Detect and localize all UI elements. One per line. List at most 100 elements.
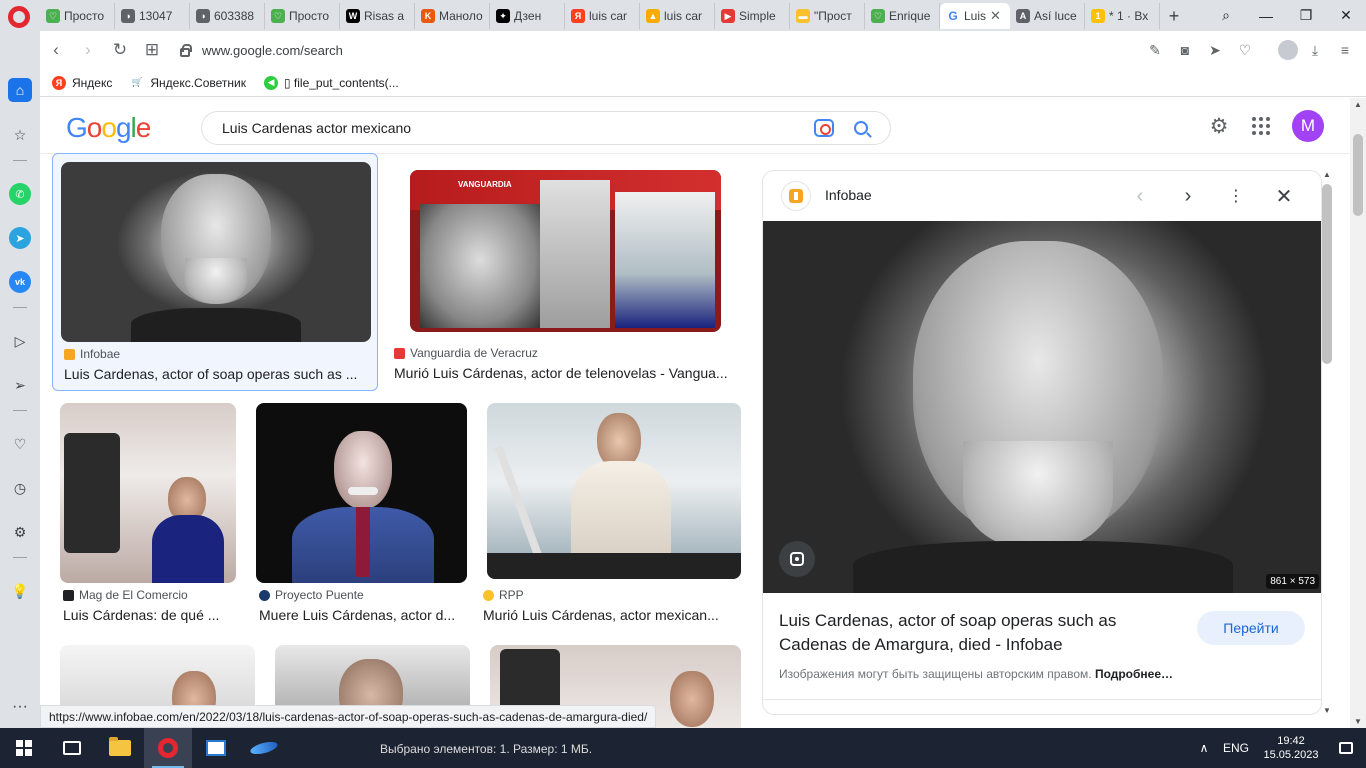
image-result-infobae[interactable]: Infobae Luis Cardenas, actor of soap ope… [52,153,378,391]
flow-icon[interactable]: ➢ [9,374,31,396]
file-explorer-button[interactable] [96,728,144,768]
result-thumbnail[interactable] [487,403,741,579]
home-icon[interactable]: ⌂ [8,78,32,102]
close-window-button[interactable]: ✕ [1326,0,1366,31]
tab-label: Así luce [1034,9,1077,23]
previous-image-button[interactable]: ‹ [1127,183,1153,209]
opera-taskbar-button[interactable] [144,728,192,768]
bookmark-label: ▯ file_put_contents(... [283,75,399,90]
start-button[interactable] [0,728,48,768]
document-app-button[interactable] [192,728,240,768]
opera-logo-icon[interactable] [8,6,30,28]
image-result-vanguardia[interactable]: VANGUARDIA Vanguardia de Veracruz Murió … [390,160,742,392]
close-panel-button[interactable]: ✕ [1271,183,1297,209]
reload-button[interactable]: ↻ [104,34,136,66]
browser-tab[interactable]: ♡ Enrique [865,3,940,29]
result-title[interactable]: Luis Cárdenas: de qué ... [63,607,233,623]
search-input[interactable] [222,120,814,136]
browser-tab[interactable]: ▲ luis car [640,3,715,29]
chevron-up-icon[interactable]: ∧ [1192,741,1216,755]
panel-site-name[interactable]: Infobae [825,187,872,203]
result-source-label: Vanguardia de Veracruz [410,346,538,360]
browser-tab[interactable]: Яluis car [565,3,640,29]
result-title[interactable]: Muere Luis Cárdenas, actor d... [259,607,464,623]
google-lens-icon[interactable] [814,119,834,137]
app-button[interactable] [240,728,288,768]
maximize-button[interactable]: ❐ [1286,0,1326,31]
url-field[interactable]: www.google.com/search [176,35,1142,65]
history-icon[interactable]: ◷ [9,477,31,499]
vk-icon[interactable]: vk [9,271,31,293]
speed-dial-icon[interactable]: ☆ [9,124,31,146]
browser-tab[interactable]: K Маноло [415,3,490,29]
bookmark-item[interactable]: Я Яндекс [52,75,112,90]
telegram-icon[interactable]: ➤ [9,227,31,249]
avatar[interactable]: M [1292,110,1324,142]
profile-icon[interactable] [1278,40,1298,60]
forward-button[interactable]: › [72,34,104,66]
browser-tab[interactable]: ▬ "Прост [790,3,865,29]
tips-bulb-icon[interactable]: 💡 [9,580,31,602]
active-tab[interactable]: G Luis ✕ [940,3,1010,29]
image-result-rpp[interactable]: RPP Murió Luis Cárdenas, actor mexican..… [479,395,749,631]
settings-icon[interactable]: ⚙ [9,521,31,543]
result-title[interactable]: Murió Luis Cárdenas, actor de telenovela… [394,365,738,381]
bookmark-item[interactable]: 🛒 Яндекс.Советник [130,76,246,90]
send-icon[interactable]: ➤ [1202,37,1228,63]
gear-icon[interactable]: ⚙ [1208,115,1230,138]
edit-icon[interactable]: ✎ [1142,37,1168,63]
result-source-label: RPP [499,588,524,602]
result-thumbnail[interactable] [60,403,236,583]
panel-title[interactable]: Luis Cardenas, actor of soap operas such… [779,609,1179,657]
browser-tab[interactable]: ♡ Просто [265,3,340,29]
task-view-button[interactable] [48,728,96,768]
easy-setup-icon[interactable]: ≡ [1332,37,1358,63]
browser-tab[interactable]: ◑ 13047 [115,3,190,29]
panel-scrollbar[interactable]: ▲ ▼ [1320,170,1334,715]
visit-button[interactable]: Перейти [1197,611,1305,645]
language-indicator[interactable]: ENG [1216,741,1256,755]
result-title[interactable]: Luis Cardenas, actor of soap operas such… [64,366,370,382]
new-tab-button[interactable]: + [1160,3,1188,29]
tab-search-icon[interactable]: ⌕ [1206,0,1246,31]
page-scrollbar[interactable]: ▲ ▼ [1350,98,1366,728]
tab-label: Просто [64,9,105,23]
google-logo[interactable]: Google [66,112,151,144]
preview-image[interactable]: 861 × 573 [763,221,1321,593]
tab-label: Маноло [439,9,483,23]
result-title[interactable]: Murió Luis Cárdenas, actor mexican... [483,607,729,623]
browser-tab[interactable]: A Así luce [1010,3,1085,29]
result-thumbnail[interactable] [61,162,371,342]
browser-tab[interactable]: ♡ Просто [40,3,115,29]
clock[interactable]: 19:42 15.05.2023 [1256,734,1326,762]
more-options-icon[interactable]: ⋮ [1223,183,1249,209]
whatsapp-icon[interactable]: ✆ [9,183,31,205]
image-result-proyecto-puente[interactable]: Proyecto Puente Muere Luis Cárdenas, act… [248,395,475,631]
player-icon[interactable]: ▷ [9,330,31,352]
close-tab-icon[interactable]: ✕ [990,8,1001,24]
more-icon[interactable]: ··· [12,698,28,716]
download-icon[interactable]: ⤓ [1302,37,1328,63]
browser-tab[interactable]: ◑ 603388 [190,3,265,29]
heart-icon[interactable]: ♡ [1232,37,1258,63]
next-image-button[interactable]: › [1175,183,1201,209]
browser-tab[interactable]: W Risas a [340,3,415,29]
image-result-mag[interactable]: Mag de El Comercio Luis Cárdenas: de qué… [52,395,244,631]
bookmark-item[interactable]: ◀ ▯ file_put_contents(... [263,75,399,90]
camera-icon[interactable]: ◙ [1172,37,1198,63]
back-button[interactable]: ‹ [40,34,72,66]
apps-grid-icon[interactable] [1252,117,1270,135]
notifications-button[interactable] [1326,742,1366,754]
minimize-button[interactable]: — [1246,0,1286,31]
tab-overview-icon[interactable]: ⊞ [136,34,168,66]
result-thumbnail[interactable] [256,403,467,583]
tab-favicon-icon: ♡ [271,9,285,23]
browser-tab[interactable]: ✦ Дзен [490,3,565,29]
browser-tab[interactable]: ▶ Simple [715,3,790,29]
browser-tab[interactable]: 1 * 1 · Вх [1085,3,1160,29]
search-icon[interactable] [854,121,868,135]
bookmarks-heart-icon[interactable]: ♡ [9,433,31,455]
lens-search-button[interactable] [779,541,815,577]
result-thumbnail[interactable]: VANGUARDIA [410,170,721,332]
learn-more-link[interactable]: Подробнее… [1095,667,1173,681]
